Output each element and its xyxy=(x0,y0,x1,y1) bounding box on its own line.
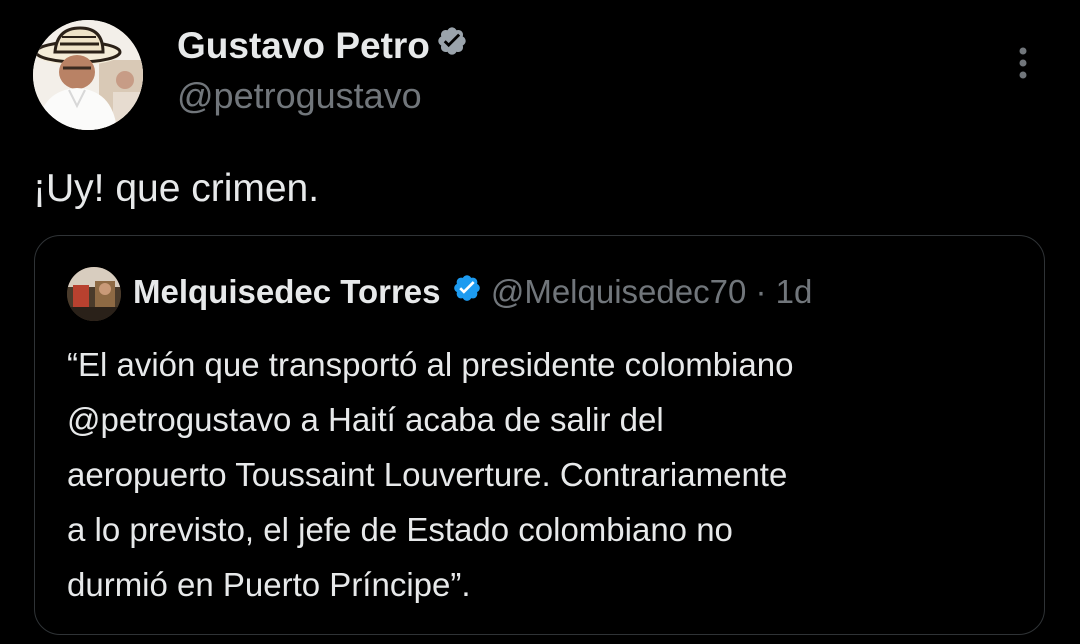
quoted-text-line: @petrogustavo a Haití acaba de salir del xyxy=(67,401,664,438)
quoted-author-name[interactable]: Melquisedec Torres xyxy=(133,273,441,310)
verified-badge-icon xyxy=(452,270,482,314)
quoted-text-line: durmió en Puerto Príncipe”. xyxy=(67,566,471,603)
quoted-text-line: aeropuerto Toussaint Louverture. Contrar… xyxy=(67,456,788,493)
quoted-text-line: a lo previsto, el jefe de Estado colombi… xyxy=(67,511,733,548)
quoted-tweet-time[interactable]: 1d xyxy=(776,273,813,310)
quoted-tweet-card[interactable]: Melquisedec Torres @Melquisedec70 · 1d “… xyxy=(34,235,1045,635)
quoted-text-line: “El avión que transportó al presidente c… xyxy=(67,346,794,383)
quoted-author-handle[interactable]: @Melquisedec70 xyxy=(491,273,746,310)
author-handle[interactable]: @petrogustavo xyxy=(177,74,422,118)
author-name-row[interactable]: Gustavo Petro xyxy=(177,24,468,68)
tweet-text: ¡Uy! que crimen. xyxy=(33,167,320,210)
header-separator: · xyxy=(755,273,767,310)
quoted-author-avatar xyxy=(67,267,121,321)
more-options-icon[interactable] xyxy=(1010,44,1036,84)
author-name[interactable]: Gustavo Petro xyxy=(177,25,430,66)
author-avatar[interactable] xyxy=(33,20,143,130)
verified-badge-icon xyxy=(436,23,468,67)
quoted-tweet-header: Melquisedec Torres @Melquisedec70 · 1d xyxy=(133,270,812,314)
quoted-tweet-text: “El avión que transportó al presidente c… xyxy=(67,337,1027,612)
tweet: Gustavo Petro @petrogustavo ¡Uy! que cri… xyxy=(0,0,1080,644)
